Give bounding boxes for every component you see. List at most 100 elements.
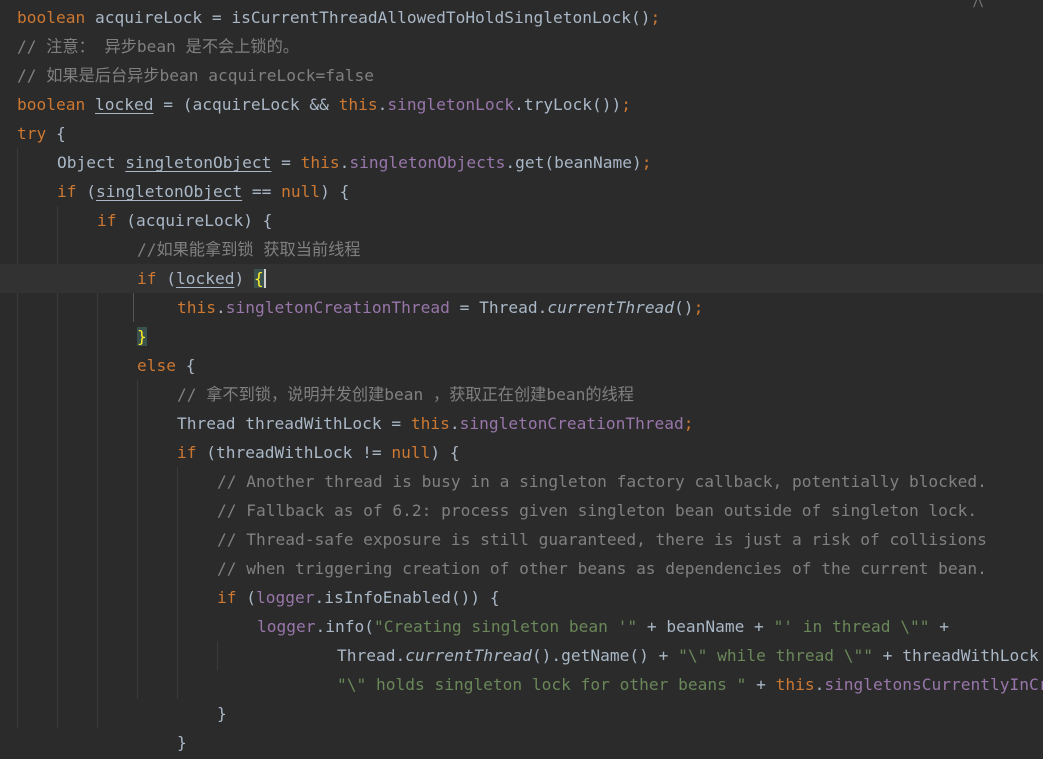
code-token: . [339,153,350,172]
code-line[interactable]: try { [0,119,1043,148]
code-line[interactable]: if (singletonObject == null) { [0,177,1043,206]
code-line[interactable]: // Fallback as of 6.2: process given sin… [0,496,1043,525]
code-line[interactable]: if (threadWithLock != null) { [0,438,1043,467]
code-line-content: //如果能拿到锁 获取当前线程 [137,235,361,264]
code-token: (threadWithLock != [196,443,392,462]
code-token: locked [176,269,235,288]
code-token: { [46,124,66,143]
code-line-content: if (logger.isInfoEnabled()) { [217,583,500,612]
code-token: = (acquireLock && [153,95,339,114]
code-line-content: // 如果是后台异步bean acquireLock=false [17,61,374,90]
code-token: .get(beanName) [505,153,642,172]
code-token: ( [156,269,176,288]
code-token: . [215,298,226,317]
code-line[interactable]: else { [0,351,1043,380]
code-line[interactable]: Object singletonObject = this.singletonO… [0,148,1043,177]
code-token: singletonObject [125,153,272,172]
keyword: this [338,95,378,114]
code-token: singletonObjects [349,153,506,172]
code-line[interactable]: logger.info("Creating singleton bean '" … [0,612,1043,641]
string-literal: "\" while thread \"" [678,646,874,665]
code-line[interactable]: } [0,728,1043,757]
keyword: else [137,356,176,375]
code-line-content: if (acquireLock) { [97,206,272,235]
code-comment: // when triggering creation of other bea… [217,559,987,578]
code-line[interactable]: // 拿不到锁，说明并发创建bean ，获取正在创建bean的线程 [0,380,1043,409]
code-token: (acquireLock) { [116,211,273,230]
code-line[interactable]: if (logger.isInfoEnabled()) { [0,583,1043,612]
code-line[interactable]: Thread threadWithLock = this.singletonCr… [0,409,1043,438]
code-token: locked [94,95,154,114]
code-token: logger [256,588,315,607]
code-token: currentThread [547,298,675,317]
code-token: } [177,733,187,752]
code-line[interactable]: boolean acquireLock = isCurrentThreadAll… [0,3,1043,32]
code-line-content: Thread threadWithLock = this.singletonCr… [177,409,694,438]
code-line[interactable]: this.singletonCreationThread = Thread.cu… [0,293,1043,322]
keyword: ; [621,95,632,114]
code-line[interactable]: //如果能拿到锁 获取当前线程 [0,235,1043,264]
code-token: acquireLock = isCurrentThreadAllowedToHo… [85,8,651,27]
code-token: ) { [430,443,460,462]
code-comment: // Fallback as of 6.2: process given sin… [217,501,978,520]
code-token: + threadWithLock [873,646,1039,665]
code-comment: //如果能拿到锁 获取当前线程 [137,240,361,259]
code-line[interactable]: } [0,699,1043,728]
code-token: .tryLock()) [514,95,622,114]
code-token: ( [76,182,96,201]
code-line-content: logger.info("Creating singleton bean '" … [257,612,949,641]
code-line[interactable]: Thread.currentThread().getName() + "\" w… [0,641,1043,670]
keyword: this [177,298,216,317]
code-editor[interactable]: ⋀ boolean acquireLock = isCurrentThreadA… [0,0,1043,759]
code-token: singletonObject [96,182,243,201]
code-token: singletonLock [387,95,515,114]
code-line-content: // Thread-safe exposure is still guarant… [217,525,987,554]
keyword: ; [641,153,652,172]
code-line-content: else { [137,351,195,380]
code-line-content: // when triggering creation of other bea… [217,554,987,583]
code-line-content: this.singletonCreationThread = Thread.cu… [177,293,703,322]
code-line-content: // Another thread is busy in a singleton… [217,467,987,496]
keyword: if [177,443,197,462]
code-token: + [746,675,776,694]
code-line[interactable]: if (acquireLock) { [0,206,1043,235]
keyword: boolean [17,95,86,114]
code-line-content: } [177,728,187,757]
code-token: ().getName() + [531,646,679,665]
string-literal: "' in thread \"" [773,617,930,636]
code-token: ( [236,588,256,607]
code-token: Thread threadWithLock = [177,414,411,433]
code-token: .isInfoEnabled()) { [314,588,500,607]
code-line[interactable]: "\" holds singleton lock for other beans… [0,670,1043,699]
code-token: + [929,617,949,636]
code-token: Thread. [337,646,406,665]
keyword: boolean [17,8,86,27]
code-token: } [217,704,227,723]
code-line-content: } [217,699,227,728]
code-comment: // Another thread is busy in a singleton… [217,472,987,491]
code-line[interactable]: if (locked) { [0,264,1043,293]
code-line[interactable]: // Another thread is busy in a singleton… [0,467,1043,496]
code-line[interactable]: // 如果是后台异步bean acquireLock=false [0,61,1043,90]
code-token: = Thread. [449,298,548,317]
keyword: if [217,588,237,607]
code-line-content: boolean acquireLock = isCurrentThreadAll… [17,3,660,32]
code-line-content: Object singletonObject = this.singletonO… [57,148,652,177]
code-line[interactable]: // Thread-safe exposure is still guarant… [0,525,1043,554]
code-line-content: if (singletonObject == null) { [57,177,349,206]
keyword: if [97,211,117,230]
keyword: this [775,675,815,694]
code-line-content: if (threadWithLock != null) { [177,438,460,467]
code-line[interactable]: boolean locked = (acquireLock && this.si… [0,90,1043,119]
code-line[interactable]: // when triggering creation of other bea… [0,554,1043,583]
code-line[interactable]: // 注意： 异步bean 是不会上锁的。 [0,32,1043,61]
code-token: { [253,269,266,288]
code-token: + beanName + [637,617,774,636]
string-literal: "\" holds singleton lock for other beans… [337,675,747,694]
code-token: { [175,356,196,375]
code-line[interactable]: } [0,322,1043,351]
code-line-content: } [137,322,147,351]
keyword: null [391,443,431,462]
code-line-content: // Fallback as of 6.2: process given sin… [217,496,977,525]
